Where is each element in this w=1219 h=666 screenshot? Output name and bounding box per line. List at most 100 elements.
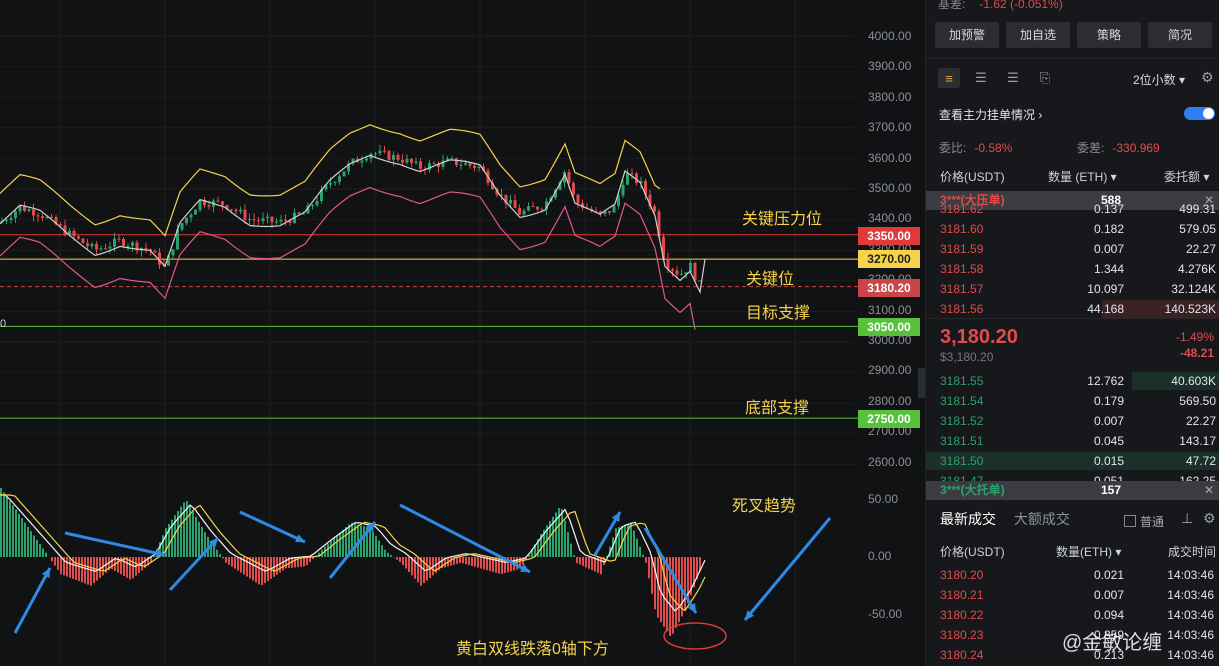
last-price-usd: $3,180.20 (940, 350, 994, 364)
main-force-link[interactable]: 查看主力挂单情况 › (939, 106, 1042, 123)
settings-gear-icon[interactable]: ⚙ (1201, 69, 1214, 86)
overview-button[interactable]: 简况 (1148, 22, 1212, 48)
orderbook-qty: 0.182 (1093, 222, 1124, 236)
asks-view-icon[interactable]: ☰ (1002, 68, 1024, 88)
orderbook-price: 3181.55 (940, 374, 984, 388)
filter-icon[interactable]: ⊥ (1181, 510, 1193, 527)
orderbook-row[interactable]: 3181.60 0.182 579.05 (926, 219, 1219, 239)
macd-axis-tick: 0.00 (868, 549, 892, 563)
candle-body (261, 218, 265, 222)
annotation-death-cross: 死叉趋势 (732, 498, 797, 515)
basis-value: -1.62 (-0.051%) (979, 0, 1063, 11)
candle-body (234, 209, 238, 212)
orderbook-row[interactable]: 3181.52 0.007 22.27 (926, 411, 1219, 431)
macd-bar (450, 557, 452, 566)
macd-bar (15, 509, 17, 557)
candle-body (270, 216, 274, 223)
add-alert-button[interactable]: 加预警 (935, 22, 999, 48)
macd-bar (390, 555, 392, 557)
candle-body (536, 206, 539, 210)
orderbook-qty: 0.015 (1093, 454, 1124, 468)
tab-large-trades[interactable]: 大额成交 (1014, 511, 1070, 527)
macd-bar (309, 557, 311, 563)
macd-bar (426, 557, 428, 581)
commission-ratio-label: 委比: (939, 141, 967, 155)
normal-checkbox[interactable]: 普通 (1124, 513, 1164, 530)
ob-header-total[interactable]: 委托额 ▾ (1164, 168, 1209, 185)
trade-price: 3180.20 (940, 568, 984, 582)
orderbook-row[interactable]: 3181.56 44.168 140.523K (926, 299, 1219, 319)
trend-arrow (239, 510, 306, 544)
orderbook-row[interactable]: 3181.57 10.097 32.124K (926, 279, 1219, 299)
candle-body (608, 210, 611, 213)
candle-body (396, 154, 400, 160)
settings-gear-icon[interactable]: ⚙ (1203, 510, 1216, 527)
candle-body (266, 216, 269, 219)
candlestick-chart[interactable] (0, 0, 925, 666)
macd-bar (468, 557, 470, 566)
trade-header-qty[interactable]: 数量(ETH) ▾ (1056, 543, 1121, 560)
candle-body (387, 151, 391, 160)
orderbook-row[interactable]: 3181.55 12.762 40.603K (926, 371, 1219, 391)
macd-bar (582, 557, 584, 566)
macd-bar (372, 531, 374, 557)
orderbook-total: 140.523K (1164, 302, 1216, 316)
orderbook-row[interactable]: 3181.58 1.344 4.276K (926, 259, 1219, 279)
main-force-toggle[interactable] (1184, 107, 1215, 120)
price-axis-tick: 3100.00 (868, 302, 912, 317)
chart-area[interactable]: 4000.00 3900.00 3800.00 3700.00 3600.00 3500.… (0, 0, 925, 666)
macd-bar (585, 557, 587, 568)
candle-body (108, 246, 112, 249)
orderbook-price: 3181.59 (940, 242, 984, 256)
add-watchlist-button[interactable]: 加自选 (1006, 22, 1070, 48)
decimals-select[interactable]: 2位小数 ▾ (1133, 71, 1185, 88)
both-sides-view-icon[interactable]: ≡ (938, 68, 960, 88)
macd-bar (495, 557, 497, 573)
checkbox-icon (1124, 515, 1136, 527)
depth-view-icon[interactable]: ⎘ (1034, 68, 1056, 88)
candle-body (279, 219, 283, 222)
macd-bar (345, 527, 347, 557)
candle-body (378, 150, 382, 154)
price-level-tag: 3180.20 (858, 279, 920, 297)
orderbook-row[interactable]: 3181.54 0.179 569.50 (926, 391, 1219, 411)
macd-bar (231, 557, 233, 567)
orderbook-row[interactable]: 3181.62 0.137 499.31 (926, 199, 1219, 219)
commission-diff-label: 委差: (1077, 141, 1105, 155)
orderbook-row[interactable]: 3181.59 0.007 22.27 (926, 239, 1219, 259)
price-axis-tick: 3500.00 (868, 181, 912, 195)
macd-bar (6, 496, 8, 557)
candle-body (680, 274, 683, 276)
orderbook-qty: 0.045 (1093, 434, 1124, 448)
tab-latest-trades[interactable]: 最新成交 (940, 511, 996, 527)
close-icon[interactable]: ✕ (1204, 481, 1214, 500)
orderbook-row[interactable]: 3181.50 0.015 47.72 (926, 451, 1219, 471)
macd-bar (294, 557, 296, 568)
trend-arrow (743, 517, 832, 621)
macd-bar (132, 557, 134, 579)
candle-body (360, 160, 364, 163)
candle-body (689, 262, 692, 273)
orderbook-price: 3181.62 (940, 202, 984, 216)
macd-bar (330, 540, 332, 557)
orderbook-row[interactable]: 3181.51 0.045 143.17 (926, 431, 1219, 451)
candle-body (522, 210, 526, 215)
macd-bar (339, 532, 341, 557)
bids-view-icon[interactable]: ☰ (970, 68, 992, 88)
ob-header-qty[interactable]: 数量 (ETH) ▾ (1048, 168, 1117, 185)
price-level-tag: 3350.00 (858, 227, 920, 245)
candle-body (612, 205, 616, 213)
candle-body (180, 223, 184, 230)
panel-resize-handle[interactable] (918, 368, 925, 398)
macd-bar (9, 500, 11, 557)
strategy-button[interactable]: 策略 (1077, 22, 1141, 48)
price-axis-tick: 3400.00 (868, 211, 912, 226)
macd-bar (561, 509, 563, 557)
candle-body (432, 163, 436, 165)
macd-bar (192, 511, 194, 557)
basis-label: 基差: (938, 0, 966, 11)
macd-bar (75, 557, 77, 580)
watermark: @金敏论缠 (1062, 632, 1163, 654)
candle-body (5, 219, 8, 222)
macd-bar (216, 549, 218, 557)
